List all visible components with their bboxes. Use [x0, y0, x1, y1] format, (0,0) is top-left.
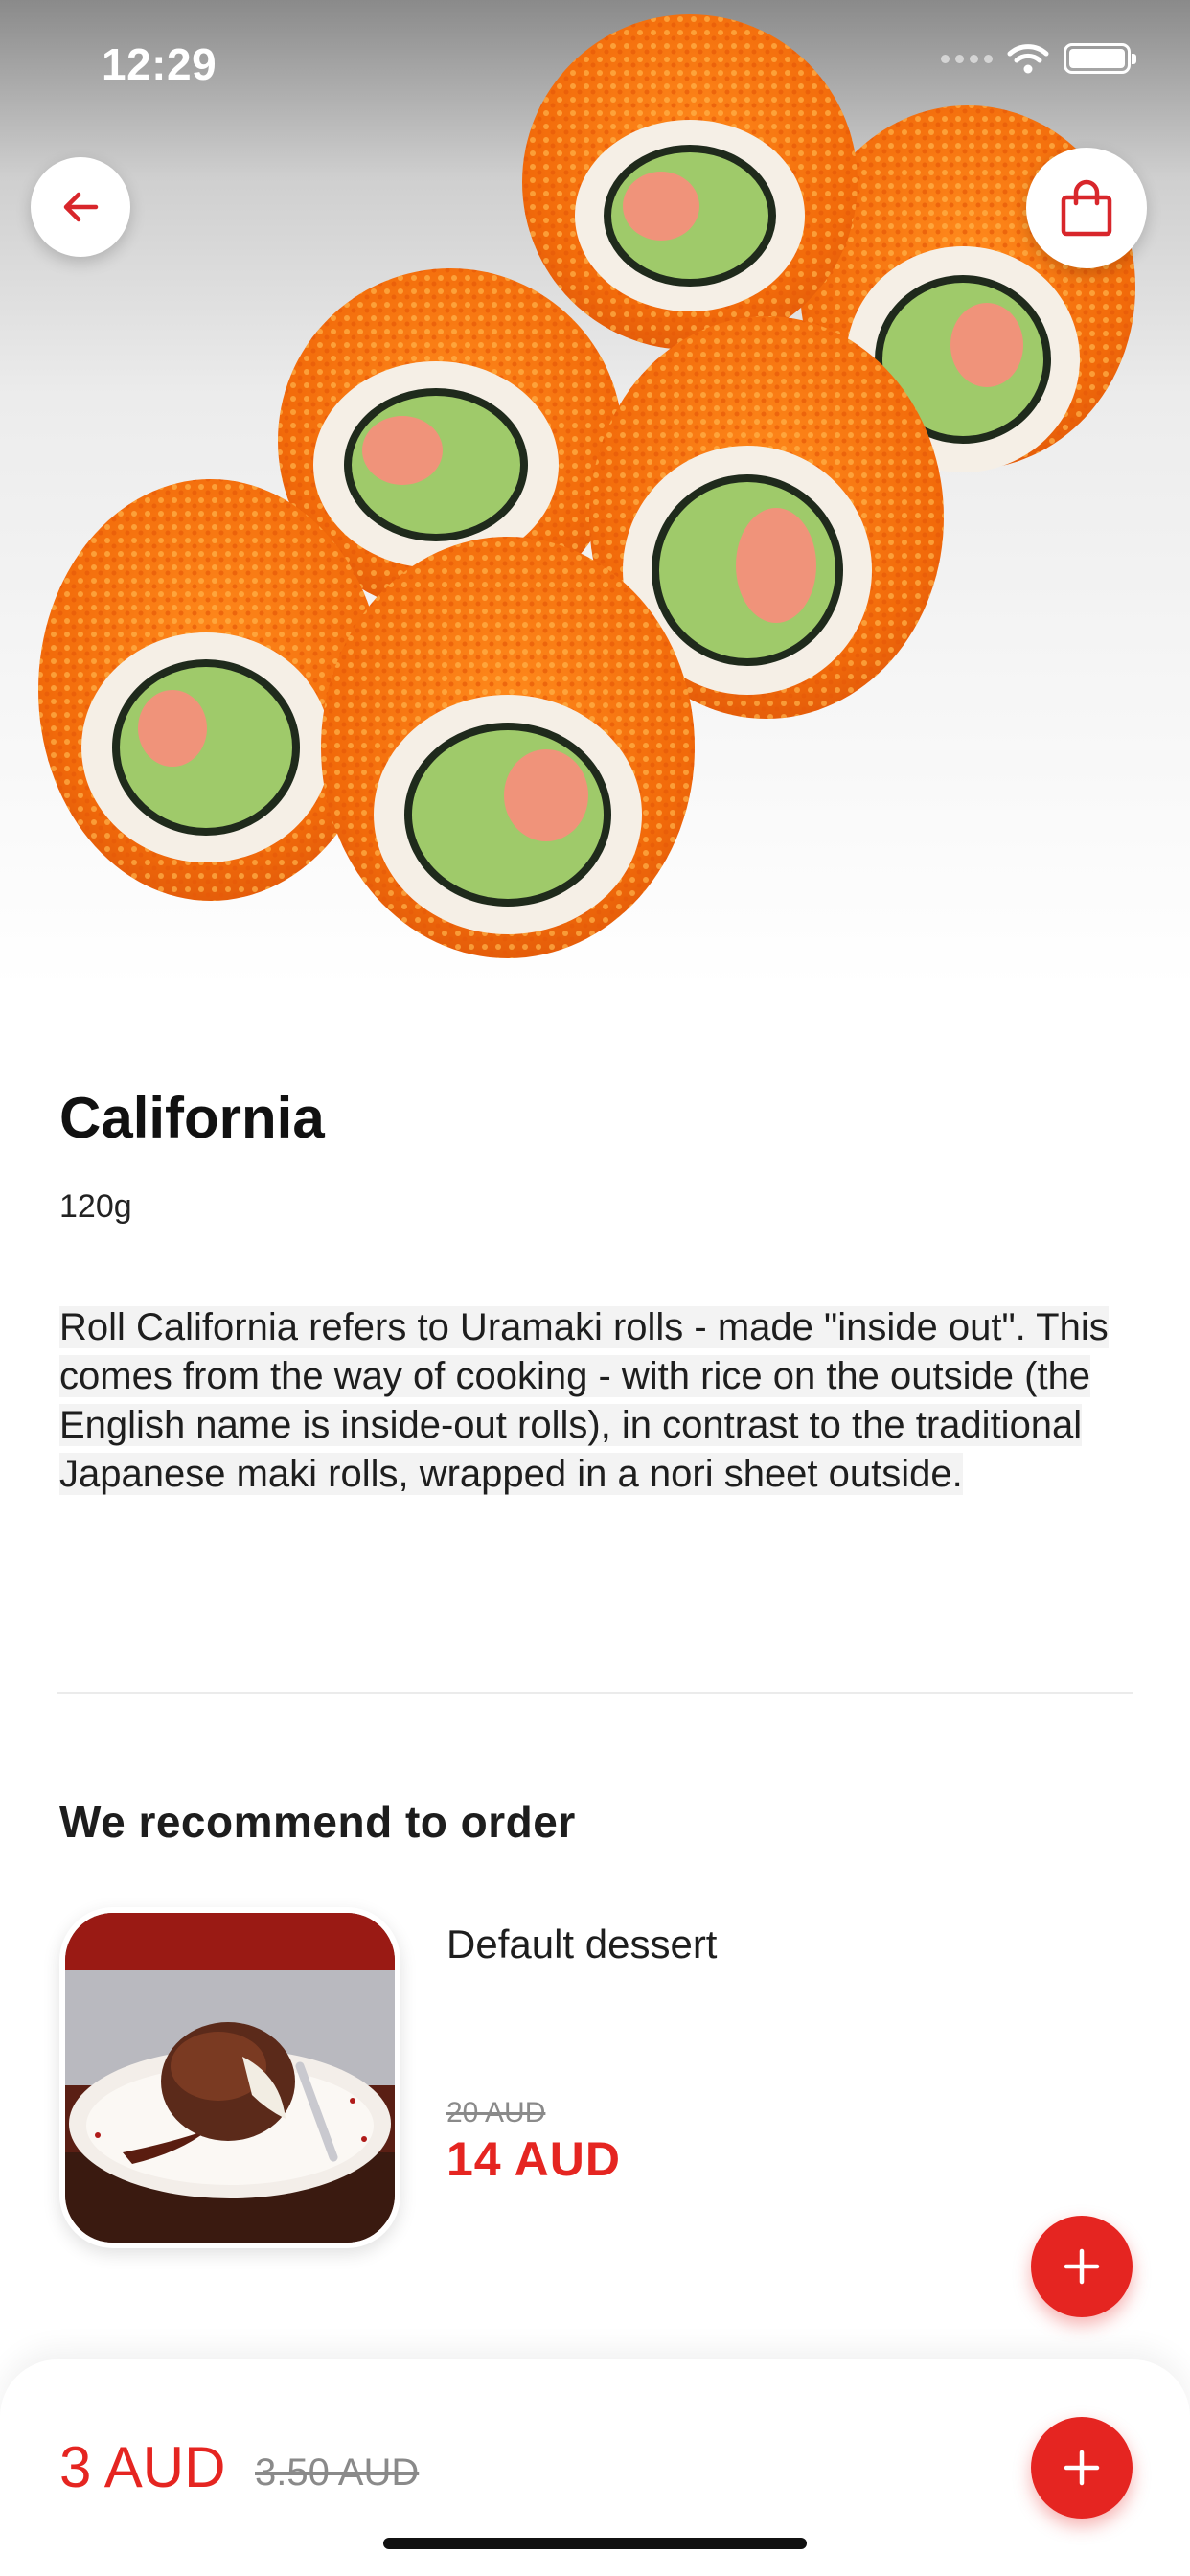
- product-weight: 120g: [59, 1188, 132, 1225]
- status-bar-icons: [941, 42, 1136, 75]
- shopping-bag-icon: [1061, 179, 1112, 237]
- plus-icon: [1064, 2450, 1100, 2486]
- back-button[interactable]: [31, 157, 130, 257]
- arrow-left-icon: [63, 192, 99, 222]
- product-description: Roll California refers to Uramaki rolls …: [59, 1303, 1142, 1499]
- recommendation-card[interactable]: Default dessert 20 AUD 14 AUD: [59, 1907, 1142, 2319]
- chocolate-lava-cake-illustration: [65, 1913, 395, 2242]
- sushi-rolls-illustration: [38, 14, 1135, 958]
- add-recommendation-button[interactable]: [1031, 2216, 1133, 2317]
- divider: [57, 1692, 1133, 1694]
- product-price: 3 AUD: [59, 2435, 226, 2499]
- product-hero-image: [0, 0, 1190, 989]
- add-to-cart-button[interactable]: [1031, 2417, 1133, 2518]
- status-bar-time: 12:29: [102, 39, 217, 89]
- recommendation-name: Default dessert: [446, 1921, 718, 1966]
- wifi-icon: [1007, 44, 1049, 74]
- recommend-section-title: We recommend to order: [59, 1797, 576, 1847]
- battery-icon: [1064, 43, 1136, 74]
- cart-button[interactable]: [1026, 148, 1147, 268]
- home-indicator[interactable]: [383, 2538, 807, 2549]
- recommendation-old-price: 20 AUD: [446, 2097, 546, 2128]
- plus-icon: [1064, 2248, 1100, 2285]
- product-description-text: Roll California refers to Uramaki rolls …: [59, 1306, 1109, 1495]
- product-title: California: [59, 1086, 325, 1150]
- product-old-price: 3.50 AUD: [255, 2451, 420, 2494]
- recommendation-image: [59, 1907, 400, 2248]
- cellular-signal-icon: [941, 54, 993, 63]
- recommendation-price: 14 AUD: [446, 2132, 621, 2186]
